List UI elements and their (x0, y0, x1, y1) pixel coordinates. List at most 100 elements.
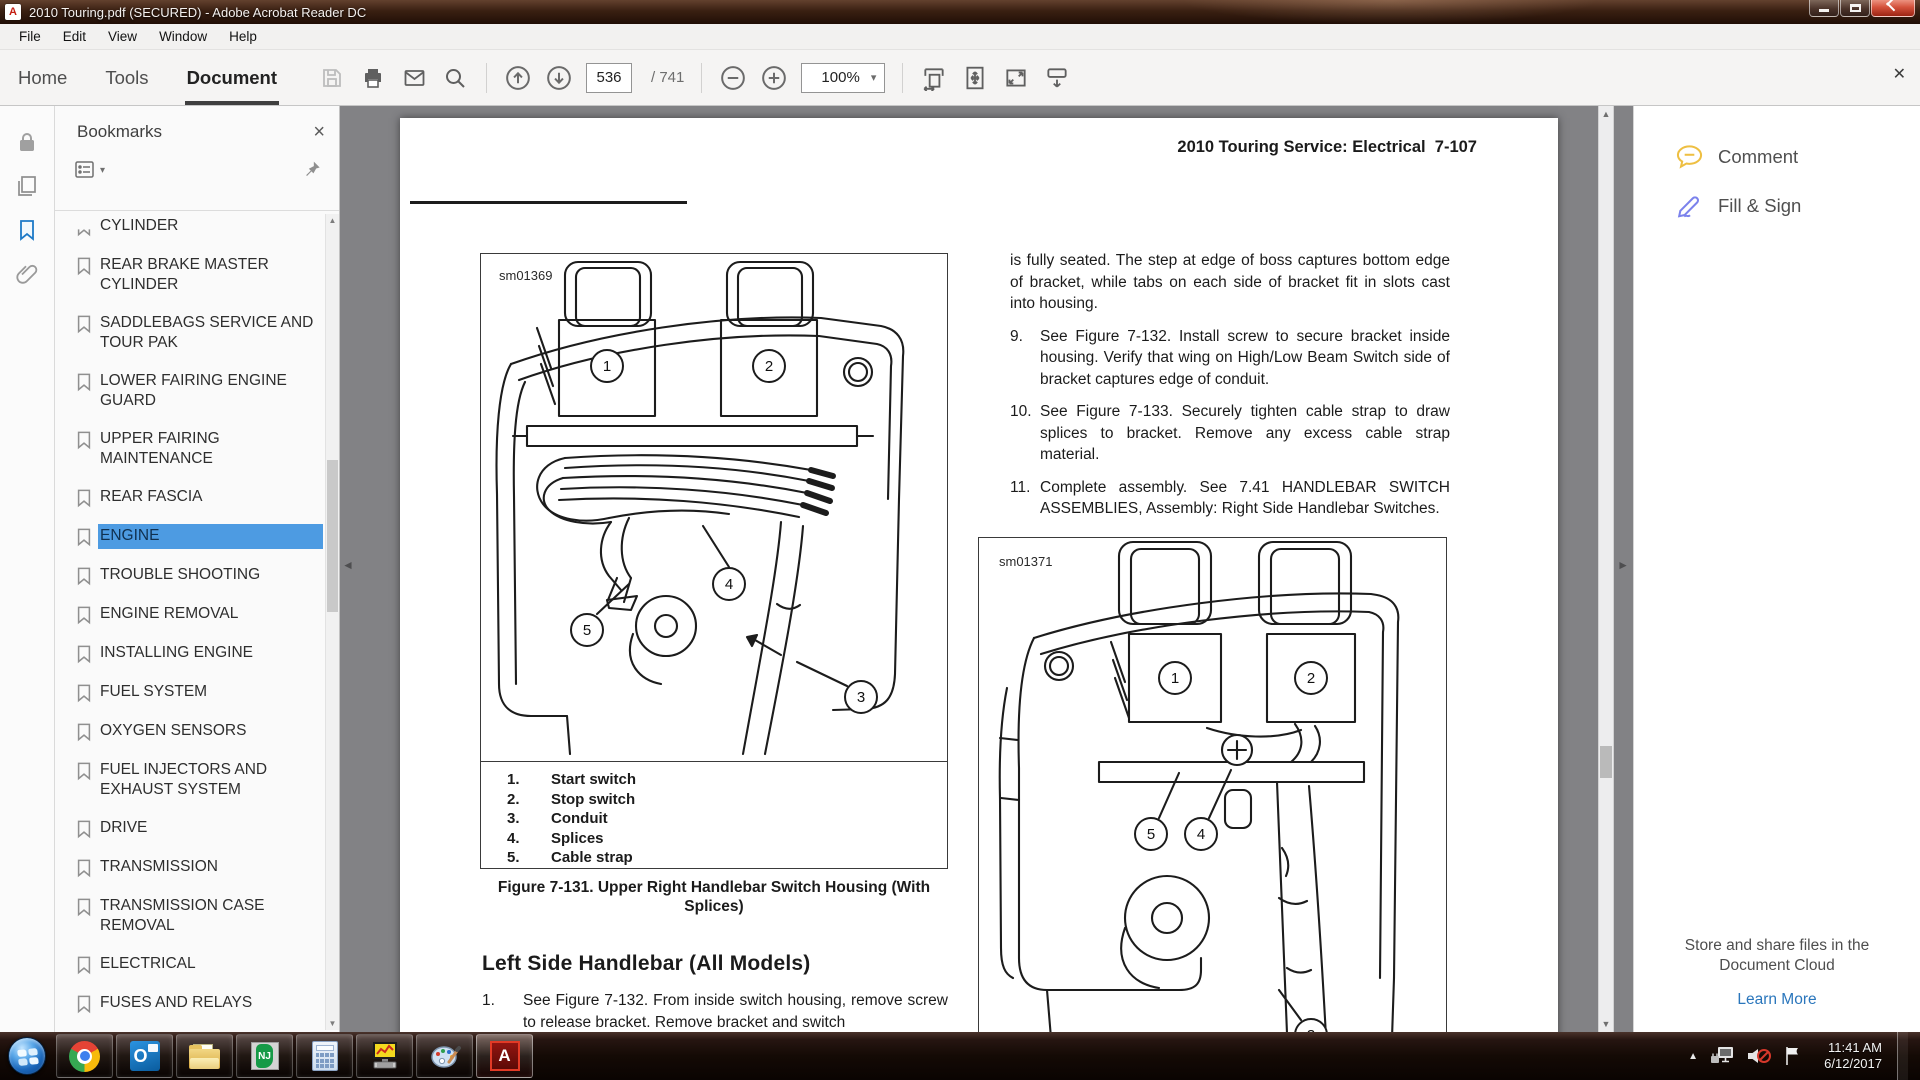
email-button[interactable] (400, 64, 428, 92)
pin-icon[interactable] (303, 160, 323, 180)
bookmarks-panel-title: Bookmarks (77, 122, 313, 142)
bookmark-item[interactable]: FUEL INJECTORS AND EXHAUST SYSTEM (69, 752, 323, 810)
menu-help[interactable]: Help (218, 25, 268, 48)
page-up-icon (504, 64, 532, 92)
fill-sign-tool[interactable]: Fill & Sign (1634, 181, 1920, 230)
toolbar-close-icon[interactable]: ✕ (1893, 67, 1906, 83)
bookmarks-scrollbar[interactable]: ▲ ▼ (325, 214, 339, 1030)
bookmarks-options-button[interactable]: ▾ (75, 161, 303, 179)
rule-line (410, 201, 687, 204)
scroll-up-icon[interactable]: ▲ (326, 216, 339, 225)
legend-num: 3. (507, 809, 551, 829)
maximize-button[interactable] (1840, 0, 1870, 17)
action-center-flag-icon[interactable] (1783, 1045, 1801, 1067)
comment-tool[interactable]: Comment (1634, 132, 1920, 181)
taskbar-system-monitor-button[interactable] (356, 1034, 413, 1078)
start-button[interactable] (0, 1037, 54, 1075)
search-button[interactable] (441, 64, 469, 92)
comment-label: Comment (1718, 146, 1798, 168)
bookmark-item[interactable]: TRANSMISSION CASE REMOVAL (69, 888, 323, 946)
read-mode-button[interactable] (1043, 64, 1071, 92)
full-screen-button[interactable] (1002, 64, 1030, 92)
collapse-left-panel-icon[interactable]: ◄ (342, 558, 354, 572)
bookmark-item[interactable]: INSTALLING ENGINE (69, 635, 323, 674)
tab-home[interactable]: Home (18, 50, 67, 105)
bookmark-item[interactable]: REAR BRAKE MASTER CYLINDER (69, 247, 323, 305)
taskbar-outlook-button[interactable]: O (116, 1034, 173, 1078)
bookmark-item[interactable]: OXYGEN SENSORS (69, 713, 323, 752)
menu-window[interactable]: Window (148, 25, 218, 48)
show-desktop-button[interactable] (1897, 1032, 1908, 1080)
menu-file[interactable]: File (8, 25, 52, 48)
zoom-level-dropdown[interactable]: 100% ▾ (801, 63, 885, 93)
save-button[interactable] (318, 64, 346, 92)
next-page-button[interactable] (545, 64, 573, 92)
document-view: ◄ 2010 Touring Service: Electrical 7-107 (341, 106, 1633, 1032)
fit-page-button[interactable] (961, 64, 989, 92)
print-button[interactable] (359, 64, 387, 92)
bookmark-item[interactable]: ELECTRICAL (69, 946, 323, 985)
taskbar-adobe-reader-button[interactable]: A (476, 1034, 533, 1078)
bookmark-item[interactable]: REAR FASCIA (69, 479, 323, 518)
bookmark-item[interactable]: FUEL SYSTEM (69, 674, 323, 713)
bookmark-item[interactable]: UPPER FAIRING MAINTENANCE (69, 421, 323, 479)
bookmark-item[interactable]: SADDLEBAGS SERVICE AND TOUR PAK (69, 305, 323, 363)
expand-right-panel-icon[interactable]: ► (1617, 558, 1629, 572)
minimize-button[interactable] (1809, 0, 1839, 17)
previous-page-button[interactable] (504, 64, 532, 92)
network-icon[interactable] (1709, 1045, 1735, 1067)
bookmark-icon (75, 488, 93, 508)
scroll-up-icon[interactable]: ▲ (1599, 109, 1613, 119)
bookmark-icon (75, 314, 93, 334)
page-thumbnails-icon[interactable] (15, 174, 39, 198)
scroll-down-icon[interactable]: ▼ (326, 1019, 339, 1028)
menu-edit[interactable]: Edit (52, 25, 97, 48)
taskbar-file-explorer-button[interactable] (176, 1034, 233, 1078)
taskbar-chrome-button[interactable] (56, 1034, 113, 1078)
security-lock-icon[interactable] (15, 130, 39, 154)
menu-view[interactable]: View (97, 25, 148, 48)
taskbar-paint-button[interactable] (416, 1034, 473, 1078)
bookmark-item[interactable]: CYLINDER (69, 214, 323, 247)
attachments-icon[interactable] (15, 262, 39, 286)
bookmarks-close-icon[interactable]: × (313, 122, 325, 142)
volume-muted-icon[interactable] (1746, 1045, 1772, 1067)
figure-7-132: sm01371 1 2 5 4 3 (978, 537, 1447, 1032)
taskbar-calculator-button[interactable] (296, 1034, 353, 1078)
bookmark-item[interactable]: ENGINE REMOVAL (69, 596, 323, 635)
bookmark-item[interactable]: FUSES AND RELAYS (69, 985, 323, 1024)
figure-7-131-caption: Figure 7-131. Upper Right Handlebar Swit… (480, 878, 948, 916)
comment-bubble-icon (1676, 143, 1703, 170)
scrolling-mode-button[interactable] (920, 64, 948, 92)
bookmark-icon (75, 722, 93, 742)
tab-document[interactable]: Document (187, 50, 277, 105)
show-hidden-icons-button[interactable]: ▲ (1688, 1051, 1698, 1062)
document-scrollbar[interactable]: ▲ ▼ (1598, 106, 1614, 1032)
scroll-down-icon[interactable]: ▼ (1599, 1019, 1613, 1029)
fit-page-icon (962, 65, 988, 91)
zoom-in-button[interactable] (760, 64, 788, 92)
bookmarks-list: CYLINDER REAR BRAKE MASTER CYLINDER SADD… (55, 212, 325, 1032)
bookmark-item[interactable]: STARTER (69, 1024, 323, 1032)
page-total-label: / 741 (651, 69, 684, 86)
learn-more-link[interactable]: Learn More (1634, 991, 1920, 1009)
close-button[interactable] (1871, 0, 1915, 17)
bookmark-item-selected[interactable]: ENGINE (69, 518, 323, 557)
taskbar-nj-app-button[interactable]: NJ (236, 1034, 293, 1078)
bookmark-item[interactable]: TROUBLE SHOOTING (69, 557, 323, 596)
divider (55, 210, 339, 211)
search-icon (443, 66, 467, 90)
taskbar-clock[interactable]: 11:41 AM 6/12/2017 (1812, 1040, 1882, 1072)
bookmark-item[interactable]: LOWER FAIRING ENGINE GUARD (69, 363, 323, 421)
step-number: 11. (1010, 477, 1040, 520)
scrollbar-thumb[interactable] (1600, 746, 1612, 778)
tab-tools[interactable]: Tools (105, 50, 148, 105)
bookmark-icon (75, 256, 93, 276)
bookmark-item[interactable]: DRIVE (69, 810, 323, 849)
scrollbar-thumb[interactable] (327, 460, 338, 612)
page-number-input[interactable] (586, 63, 632, 93)
bookmarks-panel-icon[interactable] (15, 218, 39, 242)
clock-time: 11:41 AM (1812, 1040, 1882, 1056)
zoom-out-button[interactable] (719, 64, 747, 92)
bookmark-item[interactable]: TRANSMISSION (69, 849, 323, 888)
